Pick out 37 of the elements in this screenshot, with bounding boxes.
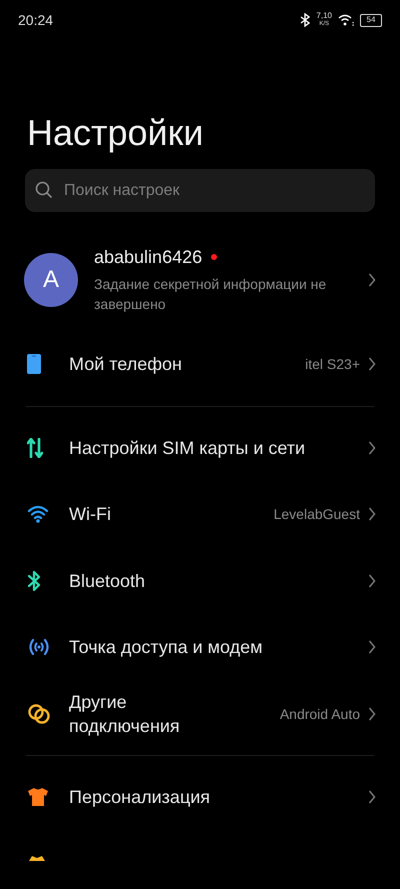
settings-item[interactable]: Wi-Fi LevelabGuest (0, 481, 400, 548)
arrows-icon (27, 438, 43, 458)
wifi-icon (27, 505, 49, 524)
account-name: ababulin6426 (94, 246, 202, 268)
shirt-icon (27, 787, 49, 808)
item-value: itel S23+ (305, 356, 360, 372)
chevron-icon (368, 706, 376, 721)
chevron-icon (368, 640, 376, 654)
settings-item[interactable]: Другие подключения Android Auto (0, 680, 400, 747)
bluetooth-icon (300, 13, 310, 27)
settings-item[interactable]: Точка доступа и модем (0, 614, 400, 680)
item-value: LevelabGuest (274, 506, 360, 522)
chevron-icon (368, 790, 376, 804)
settings-item[interactable]: Настройки SIM карты и сети (0, 414, 400, 481)
battery-level: 54 (366, 15, 376, 25)
page-title: Настройки (27, 112, 205, 154)
item-value: Android Auto (280, 706, 360, 722)
settings-item[interactable]: Персонализация (0, 764, 400, 830)
search-icon (35, 181, 53, 199)
account-row[interactable]: A ababulin6426 Задание секретной информации не завершено (0, 237, 400, 323)
search-field[interactable]: Поиск настроек (25, 169, 375, 212)
speed-value: 7,10 (316, 12, 332, 20)
chevron-icon (368, 273, 376, 287)
settings-item[interactable]: Bluetooth (0, 548, 400, 614)
account-subtitle: Задание секретной информации не завершено (94, 274, 328, 314)
bluetooth-icon (27, 570, 41, 592)
chevron-icon (368, 574, 376, 588)
chevron-icon (368, 440, 376, 455)
hotspot-icon (27, 637, 51, 658)
rings-icon (27, 702, 51, 725)
chevron-icon (368, 357, 376, 372)
phone-icon (27, 354, 41, 374)
clock-time: 20:24 (18, 12, 54, 28)
settings-item[interactable]: Мой телефон itel S23+ (0, 331, 400, 398)
avatar: A (24, 253, 78, 307)
chevron-icon (368, 507, 376, 522)
wifi-icon (338, 14, 354, 26)
